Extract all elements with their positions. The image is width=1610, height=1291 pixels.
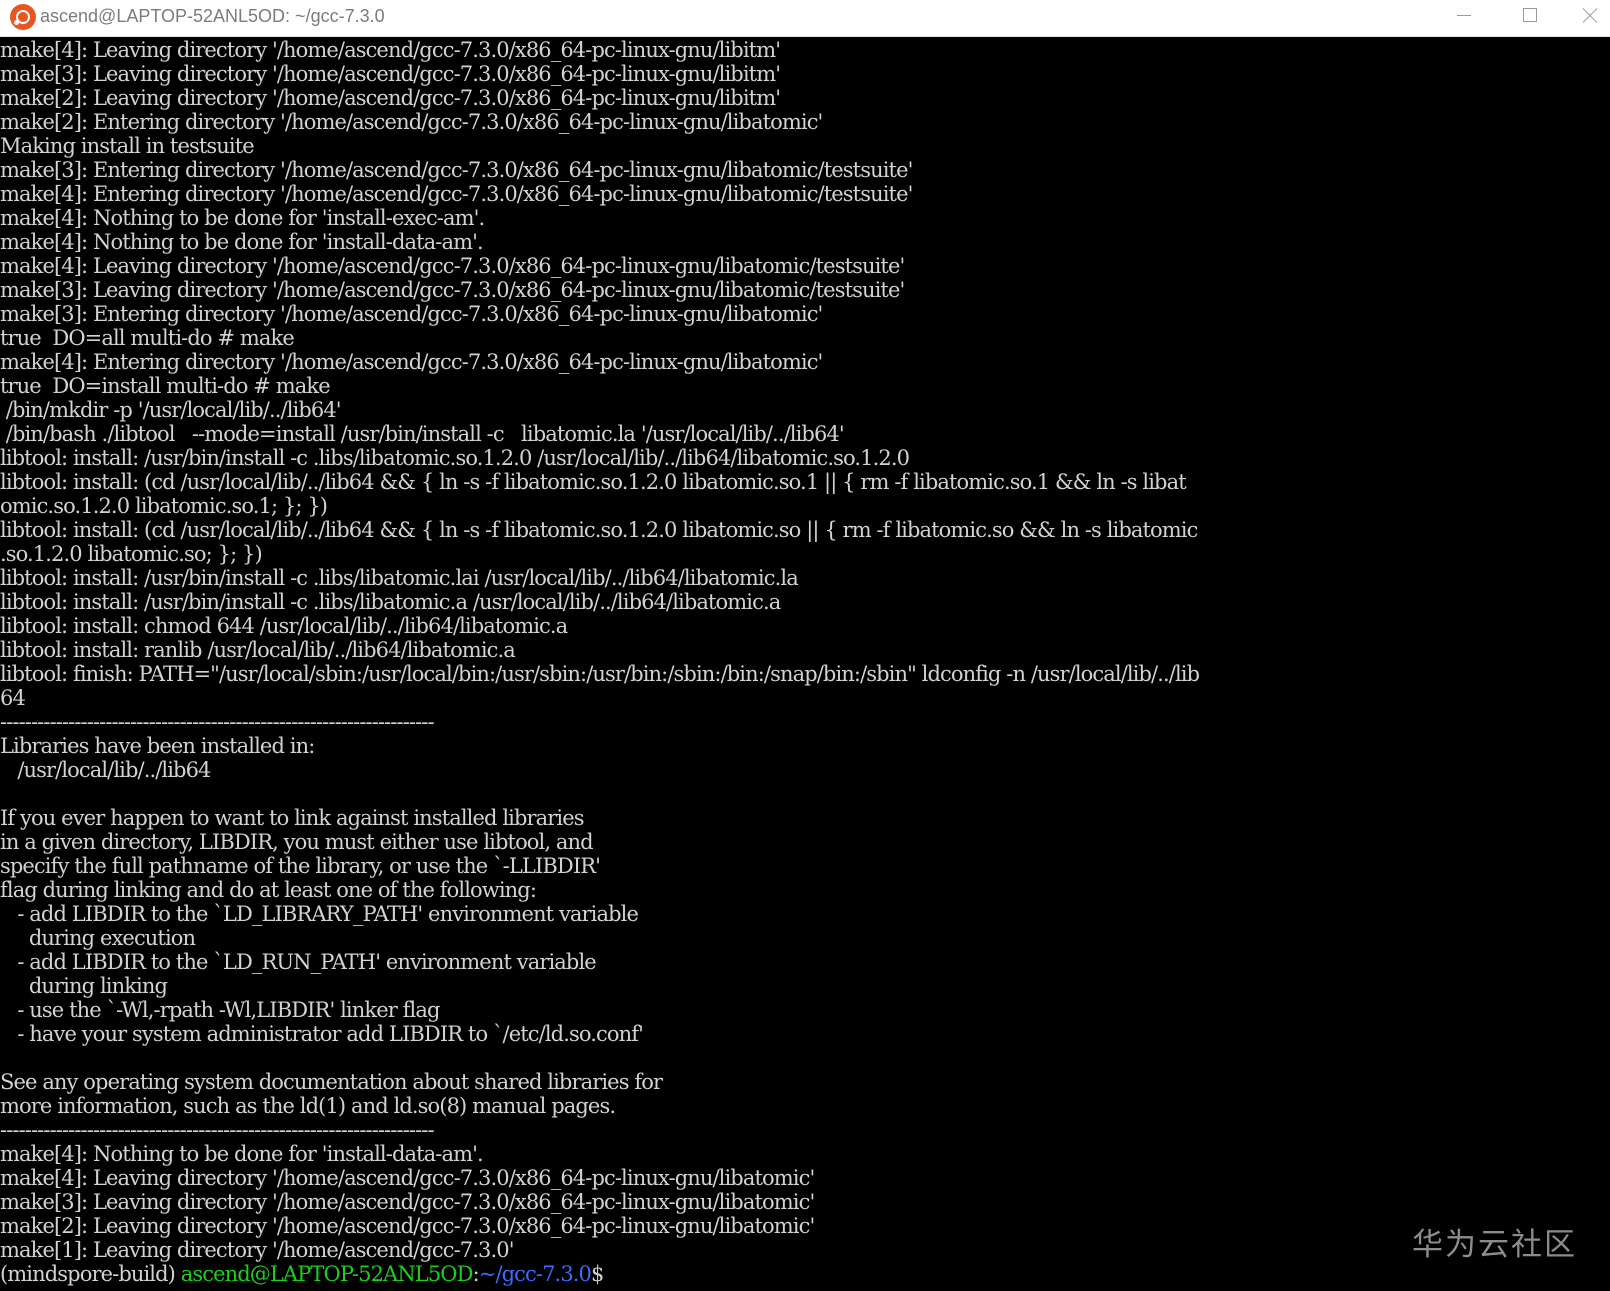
minimize-button[interactable] bbox=[1432, 0, 1492, 33]
terminal-line: make[4]: Leaving directory '/home/ascend… bbox=[0, 254, 905, 278]
prompt-user-host: ascend@LAPTOP-52ANL5OD bbox=[180, 1262, 474, 1286]
terminal-line: make[4]: Nothing to be done for 'install… bbox=[0, 206, 485, 230]
close-button[interactable] bbox=[1560, 0, 1610, 33]
terminal-line: libtool: finish: PATH="/usr/local/sbin:/… bbox=[0, 662, 1200, 686]
terminal-line: flag during linking and do at least one … bbox=[0, 878, 537, 902]
prompt-path: ~/gcc-7.3.0 bbox=[478, 1262, 592, 1286]
prompt-env: (mindspore-build) bbox=[0, 1262, 181, 1286]
terminal-line: make[4]: Leaving directory '/home/ascend… bbox=[0, 38, 781, 62]
terminal-output[interactable]: make[4]: Leaving directory '/home/ascend… bbox=[0, 38, 1610, 1291]
terminal-line: libtool: install: /usr/bin/install -c .l… bbox=[0, 446, 910, 470]
terminal-line: make[2]: Entering directory '/home/ascen… bbox=[0, 110, 823, 134]
terminal-line: make[2]: Leaving directory '/home/ascend… bbox=[0, 1214, 815, 1238]
terminal-line: make[4]: Entering directory '/home/ascen… bbox=[0, 350, 823, 374]
ubuntu-icon bbox=[10, 4, 36, 30]
maximize-button[interactable] bbox=[1500, 0, 1560, 33]
terminal-window: ascend@LAPTOP-52ANL5OD: ~/gcc-7.3.0 make… bbox=[0, 0, 1610, 1291]
terminal-line: make[4]: Leaving directory '/home/ascend… bbox=[0, 1166, 815, 1190]
terminal-line: make[3]: Entering directory '/home/ascen… bbox=[0, 158, 913, 182]
terminal-line: during linking bbox=[0, 974, 168, 998]
terminal-line: /bin/mkdir -p '/usr/local/lib/../lib64' bbox=[0, 398, 342, 422]
window-title: ascend@LAPTOP-52ANL5OD: ~/gcc-7.3.0 bbox=[40, 6, 385, 26]
terminal-lines: make[4]: Leaving directory '/home/ascend… bbox=[0, 38, 1610, 1262]
terminal-line: libtool: install: ranlib /usr/local/lib/… bbox=[0, 638, 516, 662]
terminal-line: make[2]: Leaving directory '/home/ascend… bbox=[0, 86, 781, 110]
terminal-line: libtool: install: /usr/bin/install -c .l… bbox=[0, 590, 781, 614]
terminal-line: during execution bbox=[0, 926, 196, 950]
terminal-line: If you ever happen to want to link again… bbox=[0, 806, 585, 830]
terminal-line: true DO=install multi-do # make bbox=[0, 374, 331, 398]
shell-prompt: (mindspore-build) ascend@LAPTOP-52ANL5OD… bbox=[0, 1262, 1610, 1286]
terminal-line: specify the full pathname of the library… bbox=[0, 854, 601, 878]
terminal-line: /usr/local/lib/../lib64 bbox=[0, 758, 211, 782]
terminal-line: make[1]: Leaving directory '/home/ascend… bbox=[0, 1238, 514, 1262]
terminal-line: .so.1.2.0 libatomic.so; }; }) bbox=[0, 542, 263, 566]
terminal-line: in a given directory, LIBDIR, you must e… bbox=[0, 830, 594, 854]
watermark-logo: 华为云社区 bbox=[1412, 1227, 1577, 1263]
terminal-line: See any operating system documentation a… bbox=[0, 1070, 663, 1094]
terminal-line: - use the `-Wl,-rpath -Wl,LIBDIR' linker… bbox=[0, 998, 440, 1022]
terminal-line: - add LIBDIR to the `LD_LIBRARY_PATH' en… bbox=[0, 902, 639, 926]
terminal-line: make[4]: Nothing to be done for 'install… bbox=[0, 1142, 484, 1166]
terminal-line: libtool: install: /usr/bin/install -c .l… bbox=[0, 566, 799, 590]
terminal-line: make[4]: Nothing to be done for 'install… bbox=[0, 230, 484, 254]
terminal-line: Making install in testsuite bbox=[0, 134, 255, 158]
terminal-line: libtool: install: (cd /usr/local/lib/../… bbox=[0, 518, 1198, 542]
terminal-line: - have your system administrator add LIB… bbox=[0, 1022, 644, 1046]
terminal-line: libtool: install: (cd /usr/local/lib/../… bbox=[0, 470, 1187, 494]
terminal-line: Libraries have been installed in: bbox=[0, 734, 315, 758]
terminal-line: true DO=all multi-do # make bbox=[0, 326, 295, 350]
terminal-line: more information, such as the ld(1) and … bbox=[0, 1094, 616, 1118]
terminal-line: make[3]: Entering directory '/home/ascen… bbox=[0, 302, 823, 326]
terminal-line: make[3]: Leaving directory '/home/ascend… bbox=[0, 278, 905, 302]
terminal-line: make[4]: Entering directory '/home/ascen… bbox=[0, 182, 913, 206]
terminal-line: - add LIBDIR to the `LD_RUN_PATH' enviro… bbox=[0, 950, 596, 974]
terminal-line: 64 bbox=[0, 686, 26, 710]
title-bar[interactable]: ascend@LAPTOP-52ANL5OD: ~/gcc-7.3.0 bbox=[0, 0, 1610, 37]
terminal-line: ----------------------------------------… bbox=[0, 710, 435, 734]
terminal-line: make[3]: Leaving directory '/home/ascend… bbox=[0, 1190, 815, 1214]
terminal-line: libtool: install: chmod 644 /usr/local/l… bbox=[0, 614, 568, 638]
prompt-symbol: $ bbox=[591, 1262, 604, 1286]
terminal-line: make[3]: Leaving directory '/home/ascend… bbox=[0, 62, 781, 86]
terminal-line: ----------------------------------------… bbox=[0, 1118, 435, 1142]
terminal-line: omic.so.1.2.0 libatomic.so.1; }; }) bbox=[0, 494, 328, 518]
terminal-line: /bin/bash ./libtool --mode=install /usr/… bbox=[0, 422, 845, 446]
